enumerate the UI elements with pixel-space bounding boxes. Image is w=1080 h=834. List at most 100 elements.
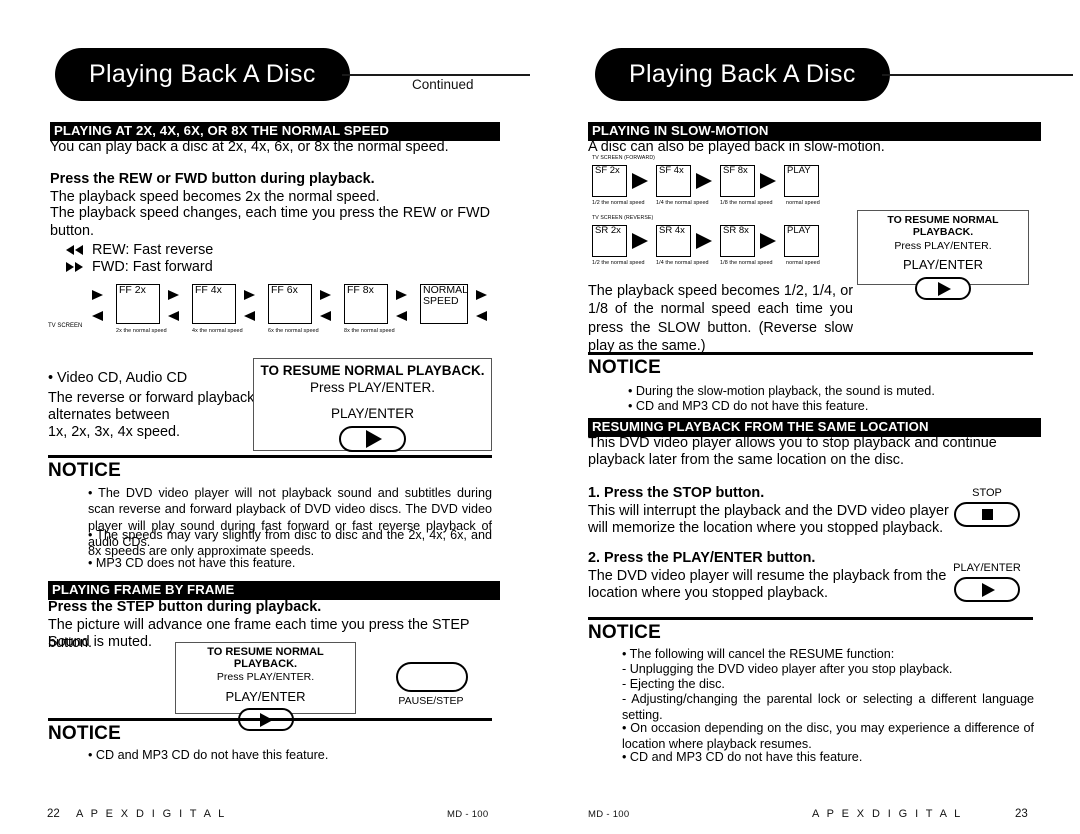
frame-step-bold: Press the STEP button during playback. (48, 599, 322, 615)
fast-forward-icon (66, 262, 84, 273)
tv-box-play-reverse: PLAY (784, 225, 819, 257)
tv-box-ff4x-caption: 4x the normal speed (192, 328, 243, 334)
play-enter-button[interactable] (915, 277, 971, 300)
arrow-right-icon (632, 173, 648, 189)
tv-box-play-reverse-caption: normal speed (786, 260, 820, 266)
arrow-right-icon (168, 290, 179, 300)
stop-control: STOP (949, 487, 1025, 527)
right-page: Playing Back A Disc PLAYING IN SLOW-MOTI… (540, 0, 1080, 834)
notice-item: • CD and MP3 CD do not have this feature… (88, 748, 329, 762)
notice-item: • MP3 CD does not have this feature. (88, 556, 296, 570)
notice-heading-2: NOTICE (588, 622, 661, 643)
arrow-right-icon (92, 290, 103, 300)
tv-screen-reverse-label: TV SCREEN (REVERSE) (592, 215, 654, 221)
arrow-left-icon (476, 311, 487, 321)
arrow-right-icon (244, 290, 255, 300)
tv-box-ff4x: FF 4x (192, 284, 236, 324)
footer-model: MD - 100 (447, 809, 489, 820)
slow-body: The playback speed becomes 1/2, 1/4, or … (588, 283, 853, 355)
resume-subtitle: Press PLAY/ENTER. (894, 240, 992, 252)
play-icon (981, 582, 995, 597)
tv-box-play-reverse-label: PLAY (787, 225, 811, 236)
notice-divider (588, 352, 1033, 355)
slow-intro: A disc can also be played back in slow-m… (588, 139, 885, 155)
arrow-left-icon (244, 311, 255, 321)
tv-box-play-forward-label: PLAY (787, 165, 811, 176)
arrow-right-icon (760, 233, 776, 249)
tv-box-play-forward: PLAY (784, 165, 819, 197)
arrow-right-icon (696, 173, 712, 189)
stop-icon (981, 509, 993, 520)
notice-item: - Adjusting/changing the parental lock o… (622, 692, 1034, 723)
arrow-left-icon (168, 311, 179, 321)
cd-note-line-2: alternates between (48, 407, 170, 423)
slow-reverse-diagram: TV SCREEN (REVERSE) SR 2x 1/2 the normal… (592, 215, 852, 274)
tv-box-ff6x-label: FF 6x (271, 284, 298, 296)
resuming-step1-body-2: will memorize the location where you sto… (588, 520, 944, 536)
resuming-step2-body-2: location where you stopped playback. (588, 585, 828, 601)
play-enter-button[interactable] (954, 577, 1020, 602)
right-page-title-row: Playing Back A Disc (595, 48, 1073, 101)
footer-page-number: 23 (1015, 808, 1028, 820)
tv-box-sr8x: SR 8x (720, 225, 755, 257)
play-icon (366, 430, 382, 448)
tv-box-ff8x-label: FF 8x (347, 284, 374, 296)
resume-callout-box-right: TO RESUME NORMAL PLAYBACK. Press PLAY/EN… (857, 210, 1029, 300)
tv-box-sr2x-label: SR 2x (595, 225, 621, 236)
tv-box-sf2x-caption: 1/2 the normal speed (592, 200, 645, 206)
tv-box-sr4x-caption: 1/4 the normal speed (656, 260, 709, 266)
play-enter-label: PLAY/ENTER (953, 562, 1021, 574)
play-enter-control: PLAY/ENTER (942, 562, 1032, 602)
tv-box-ff2x-caption: 2x the normal speed (116, 328, 167, 334)
tv-box-sr4x: SR 4x (656, 225, 691, 257)
notice-heading-1: NOTICE (48, 460, 121, 481)
tv-box-sr8x-caption: 1/8 the normal speed (720, 260, 773, 266)
speed-body-2: The playback speed changes, each time yo… (50, 205, 490, 240)
tv-box-ff8x: FF 8x (344, 284, 388, 324)
tv-box-sf4x-label: SF 4x (659, 165, 684, 176)
notice-item: • CD and MP3 CD do not have this feature… (628, 399, 869, 413)
tv-box-sf2x-label: SF 2x (595, 165, 620, 176)
notice-divider (588, 617, 1033, 620)
play-enter-button[interactable] (339, 426, 406, 452)
resuming-intro-2: playback later from the same location on… (588, 452, 904, 468)
legend-fwd: FWD: Fast forward (66, 258, 213, 276)
footer-brand: A P E X D I G I T A L (812, 808, 963, 820)
pause-step-label: PAUSE/STEP (398, 695, 464, 707)
left-page-title-row: Playing Back A Disc (55, 48, 530, 101)
play-icon (937, 281, 951, 296)
resuming-step2-body-1: The DVD video player will resume the pla… (588, 568, 947, 584)
rewind-icon (66, 245, 84, 256)
speed-step-bold: Press the REW or FWD button during playb… (50, 171, 375, 187)
left-page: Playing Back A Disc Continued PLAYING AT… (0, 0, 540, 834)
cd-note-line-1: The reverse or forward playback (48, 390, 255, 406)
arrow-right-icon (760, 173, 776, 189)
arrow-right-icon (632, 233, 648, 249)
notice-heading-1: NOTICE (588, 357, 661, 378)
resume-title: TO RESUME NORMAL PLAYBACK. (887, 214, 999, 238)
tv-box-play-forward-caption: normal speed (786, 200, 820, 206)
arrow-left-icon (396, 311, 407, 321)
tv-box-sf4x: SF 4x (656, 165, 691, 197)
notice-item: • During the slow-motion playback, the s… (628, 384, 935, 398)
resume-key-label: PLAY/ENTER (225, 689, 306, 704)
notice-item: • The following will cancel the RESUME f… (622, 647, 895, 661)
resume-subtitle: Press PLAY/ENTER. (309, 380, 436, 395)
fast-forward-diagram: TV SCREEN FF 2x 2x the normal speed FF 4… (48, 283, 498, 345)
cd-note-bullet: • Video CD, Audio CD (48, 370, 188, 386)
resuming-step1-body-1: This will interrupt the playback and the… (588, 503, 949, 519)
title-rule (341, 73, 530, 76)
footer-page-number: 22 (47, 808, 60, 820)
tv-box-sr2x: SR 2x (592, 225, 627, 257)
tv-box-sf8x-caption: 1/8 the normal speed (720, 200, 773, 206)
notice-divider (48, 718, 492, 721)
notice-item: - Ejecting the disc. (622, 677, 725, 691)
resume-key-label: PLAY/ENTER (903, 257, 983, 272)
tv-box-normal-speed: NORMAL SPEED (420, 284, 468, 324)
page-title: Playing Back A Disc (55, 48, 350, 101)
pause-step-button[interactable] (396, 662, 468, 692)
resuming-step2-bold: 2. Press the PLAY/ENTER button. (588, 550, 816, 566)
notice-item: • On occasion depending on the disc, you… (622, 721, 1034, 752)
stop-button[interactable] (954, 502, 1020, 527)
notice-heading-2: NOTICE (48, 723, 121, 744)
